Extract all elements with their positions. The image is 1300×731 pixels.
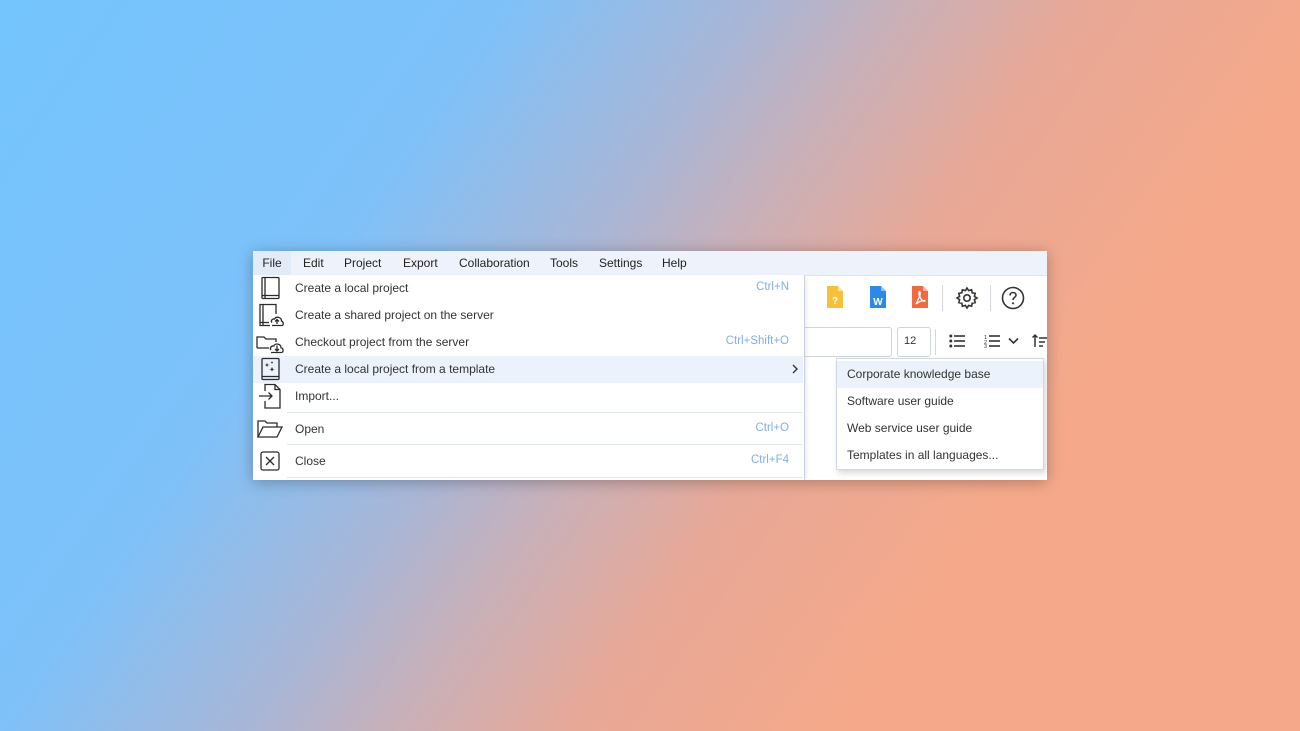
menu-separator xyxy=(287,444,803,445)
book-upload-icon xyxy=(256,302,284,329)
menu-help[interactable]: Help xyxy=(662,251,687,275)
file-menu-dropdown: Create a local project Ctrl+N Create a s… xyxy=(253,275,805,480)
template-icon xyxy=(256,356,284,383)
menu-item-shortcut: Ctrl+N xyxy=(756,281,789,293)
toolbar-separator xyxy=(942,285,943,311)
menu-item-create-shared-project[interactable]: Create a shared project on the server xyxy=(253,302,803,329)
font-family-select[interactable] xyxy=(805,327,892,357)
import-icon xyxy=(256,383,284,410)
pdf-file-icon[interactable] xyxy=(911,285,929,309)
svg-text:W: W xyxy=(873,297,883,308)
folder-open-icon xyxy=(256,416,284,443)
menu-edit[interactable]: Edit xyxy=(303,251,324,275)
menu-item-create-from-template[interactable]: Create a local project from a template xyxy=(253,356,803,383)
menu-item-open[interactable]: Open Ctrl+O xyxy=(253,416,803,443)
numbered-list-icon[interactable]: 1 2 3 xyxy=(984,334,1000,348)
submenu-item-software-user-guide[interactable]: Software user guide xyxy=(837,388,1043,415)
menu-item-label: Create a local project xyxy=(295,281,409,295)
menu-item-checkout-project[interactable]: Checkout project from the server Ctrl+Sh… xyxy=(253,329,803,356)
menu-separator xyxy=(287,477,803,478)
chevron-down-icon[interactable] xyxy=(1008,337,1019,345)
help-circle-icon[interactable] xyxy=(1001,286,1025,310)
menu-tools[interactable]: Tools xyxy=(550,251,578,275)
menu-project[interactable]: Project xyxy=(344,251,381,275)
submenu-item-corporate-knowledge-base[interactable]: Corporate knowledge base xyxy=(837,361,1043,388)
menu-bar: File Edit Project Export Collaboration T… xyxy=(253,251,1047,276)
menu-item-label: Checkout project from the server xyxy=(295,335,470,349)
template-submenu: Corporate knowledge base Software user g… xyxy=(836,358,1044,470)
menu-item-import[interactable]: Import... xyxy=(253,383,803,410)
cloud-download-icon xyxy=(256,329,284,356)
font-size-value: 12 xyxy=(904,335,917,347)
toolbar-separator xyxy=(935,329,936,355)
menu-collaboration[interactable]: Collaboration xyxy=(459,251,530,275)
font-size-select[interactable]: 12 xyxy=(897,327,931,357)
menu-separator xyxy=(287,412,803,413)
submenu-item-web-service-user-guide[interactable]: Web service user guide xyxy=(837,415,1043,442)
menu-item-label: Create a local project from a template xyxy=(295,362,496,376)
help-file-icon[interactable]: ? xyxy=(826,285,844,309)
menu-item-close[interactable]: Close Ctrl+F4 xyxy=(253,448,803,475)
gear-icon[interactable] xyxy=(955,286,979,310)
menu-item-label: Open xyxy=(295,422,325,436)
submenu-item-label: Web service user guide xyxy=(847,421,973,435)
menu-item-shortcut: Ctrl+O xyxy=(755,422,789,434)
app-window: File Edit Project Export Collaboration T… xyxy=(253,251,1047,480)
chevron-right-icon xyxy=(790,362,800,376)
book-icon xyxy=(256,275,284,302)
menu-settings[interactable]: Settings xyxy=(599,251,642,275)
submenu-item-label: Software user guide xyxy=(847,394,954,408)
menu-export[interactable]: Export xyxy=(403,251,438,275)
svg-text:?: ? xyxy=(832,296,838,307)
submenu-item-label: Templates in all languages... xyxy=(847,448,999,462)
svg-text:3: 3 xyxy=(984,344,987,348)
bullet-list-icon[interactable] xyxy=(949,334,965,348)
menu-item-shortcut: Ctrl+F4 xyxy=(750,454,789,466)
menu-item-label: Create a shared project on the server xyxy=(295,308,494,322)
sort-icon[interactable] xyxy=(1032,333,1047,349)
menu-item-label: Close xyxy=(295,454,326,468)
menu-file[interactable]: File xyxy=(253,251,291,275)
menu-item-create-local-project[interactable]: Create a local project Ctrl+N xyxy=(253,275,803,302)
close-icon xyxy=(256,448,284,475)
submenu-item-label: Corporate knowledge base xyxy=(847,367,991,381)
submenu-item-templates-all-languages[interactable]: Templates in all languages... xyxy=(837,442,1043,469)
toolbar-separator xyxy=(990,285,991,311)
menu-item-label: Import... xyxy=(295,389,340,403)
word-file-icon[interactable]: W xyxy=(869,285,887,309)
menu-item-shortcut: Ctrl+Shift+O xyxy=(725,335,789,347)
